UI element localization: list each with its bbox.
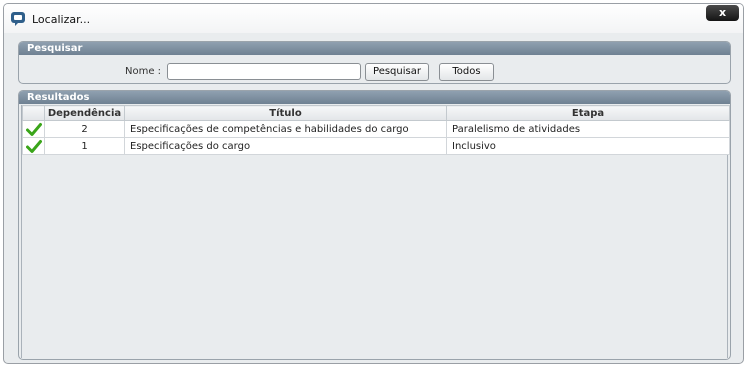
table-row[interactable]: 2 Especificações de competências e habil… [22, 120, 730, 138]
column-header-etapa[interactable]: Etapa [446, 105, 730, 121]
status-cell[interactable] [22, 137, 45, 155]
all-button[interactable]: Todos [439, 63, 494, 81]
window-title: Localizar... [32, 13, 91, 26]
column-header-titulo[interactable]: Título [124, 105, 447, 121]
name-label: Nome : [125, 66, 162, 77]
dependencia-cell: 2 [44, 120, 125, 138]
titulo-cell: Especificações do cargo [124, 137, 447, 155]
chat-bubble-icon [11, 12, 25, 26]
etapa-cell: Inclusivo [446, 137, 730, 155]
close-button[interactable]: x [706, 5, 739, 21]
dependencia-cell: 1 [44, 137, 125, 155]
name-input[interactable] [167, 63, 361, 80]
title-bar: Localizar... x [4, 4, 743, 33]
checkmark-icon[interactable] [25, 139, 42, 154]
search-button[interactable]: Pesquisar [365, 63, 429, 81]
results-panel: Resultados Dependência Título Etapa 2 Es… [18, 90, 731, 360]
checkmark-icon[interactable] [25, 122, 42, 137]
results-panel-header: Resultados [19, 91, 730, 104]
table-row[interactable]: 1 Especificações do cargo Inclusivo [22, 137, 730, 155]
search-panel-header: Pesquisar [19, 42, 730, 55]
column-header-dependencia[interactable]: Dependência [44, 105, 125, 121]
results-grid: Dependência Título Etapa 2 Especificaçõe… [21, 105, 730, 358]
search-panel: Pesquisar Nome : Pesquisar Todos [18, 41, 731, 84]
status-cell[interactable] [22, 120, 45, 138]
localizar-dialog: Localizar... x Pesquisar Nome : Pesquisa… [3, 3, 744, 364]
etapa-cell: Paralelismo de atividades [446, 120, 730, 138]
results-table: Dependência Título Etapa 2 Especificaçõe… [22, 105, 730, 155]
column-header-status[interactable] [22, 105, 45, 121]
table-header-row: Dependência Título Etapa [22, 105, 730, 121]
titulo-cell: Especificações de competências e habilid… [124, 120, 447, 138]
